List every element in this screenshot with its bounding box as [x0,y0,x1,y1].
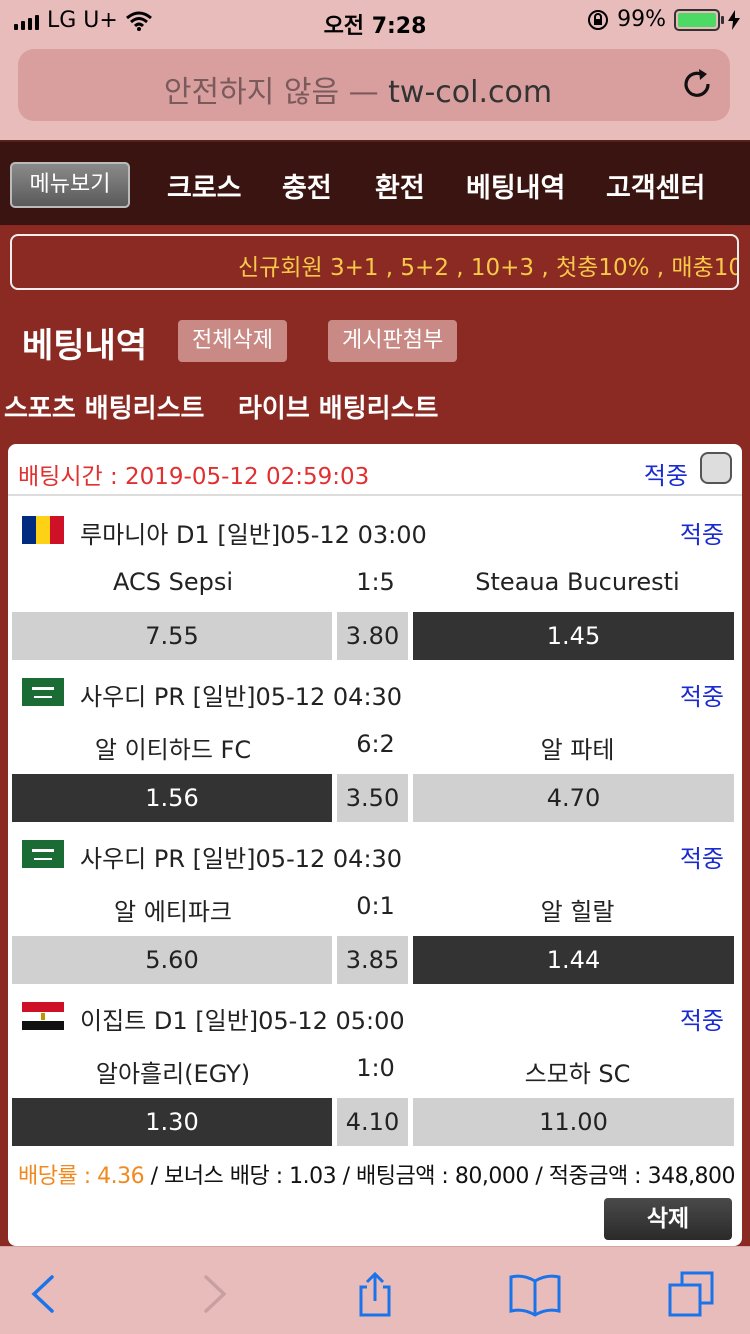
home-team: 알아흘리(EGY) [95,1060,251,1088]
league-info: 사우디 PR [일반]05-12 04:30 [80,845,403,873]
bookmarks-icon[interactable] [508,1271,562,1317]
select-checkbox[interactable] [700,452,732,484]
away-team: 알 파테 [540,736,615,764]
match-row: 루마니아 D1 [일반]05-12 03:00 적중 ACS Sepsi 1:5… [8,502,742,664]
battery-icon [674,8,724,31]
tab-sports-bet-list[interactable]: 스포츠 배팅리스트 [4,388,204,425]
address-bar[interactable]: 안전하지 않음 — tw-col.com [18,49,730,121]
away-team: 스모하 SC [524,1060,631,1088]
reload-icon[interactable] [680,67,714,101]
draw-odds: 4.10 [337,1098,408,1146]
home-team: 알 에티파크 [113,898,233,926]
menu-button[interactable]: 메뉴보기 [10,162,130,208]
league-info: 이집트 D1 [일반]05-12 05:00 [80,1007,405,1035]
bet-time: 배팅시간 : 2019-05-12 02:59:03 [18,464,370,490]
back-icon[interactable] [22,1271,68,1317]
away-odds: 4.70 [413,774,734,822]
saudi-flag-icon [22,840,64,868]
share-icon[interactable] [352,1271,398,1317]
browser-toolbar [0,1246,750,1334]
league-info: 사우디 PR [일반]05-12 04:30 [80,683,403,711]
bet-card-header: 배팅시간 : 2019-05-12 02:59:03 적중 [8,444,742,496]
bet-card: 배팅시간 : 2019-05-12 02:59:03 적중 루마니아 D1 [일… [8,444,742,1246]
menu-item-cross[interactable]: 크로스 [167,166,242,205]
match-result: 적중 [679,1007,724,1035]
home-odds: 1.30 [12,1098,332,1146]
match-row: 사우디 PR [일반]05-12 04:30 적중 알 에티파크 0:1 알 힐… [8,826,742,988]
tabs-icon[interactable] [668,1271,714,1317]
orientation-lock-icon [588,9,609,30]
match-row: 이집트 D1 [일반]05-12 05:00 적중 알아흘리(EGY) 1:0 … [8,988,742,1150]
away-odds: 1.44 [413,936,734,984]
forward-icon[interactable] [190,1271,236,1317]
menu-item-exchange[interactable]: 환전 [375,166,425,205]
match-score: 6:2 [356,730,395,758]
away-team: 알 힐랄 [540,898,615,926]
league-info: 루마니아 D1 [일반]05-12 03:00 [80,521,427,549]
away-odds: 1.45 [413,612,734,660]
delete-button[interactable]: 삭제 [604,1198,732,1240]
delete-all-button[interactable]: 전체삭제 [178,320,287,362]
match-score: 1:0 [356,1054,395,1082]
egypt-flag-icon [22,1002,64,1030]
romania-flag-icon [22,516,64,544]
total-odds: 배당률 : 4.36 [18,1164,145,1189]
menu-item-customer-center[interactable]: 고객센터 [606,166,705,205]
match-score: 1:5 [356,568,395,596]
notice-marquee: 신규회원 3+1 , 5+2 , 10+3 , 첫충10% , 매충10 [10,234,739,290]
match-result: 적중 [679,683,724,711]
menu-item-charge[interactable]: 충전 [282,166,332,205]
away-odds: 11.00 [413,1098,734,1146]
draw-odds: 3.80 [337,612,408,660]
page-title: 베팅내역 [22,326,148,366]
url-domain: tw-col.com [388,75,553,110]
bet-amounts: / 보너스 배당 : 1.03 / 배팅금액 : 80,000 / 적중금액 :… [144,1164,736,1189]
notice-text: 신규회원 3+1 , 5+2 , 10+3 , 첫충10% , 매충10 [238,255,739,281]
security-warning: 안전하지 않음 — [163,75,379,110]
attach-board-button[interactable]: 게시판첨부 [328,320,458,362]
saudi-flag-icon [22,678,64,706]
bet-summary: 배당률 : 4.36 / 보너스 배당 : 1.03 / 배팅금액 : 80,0… [18,1158,736,1190]
match-row: 사우디 PR [일반]05-12 04:30 적중 알 이티하드 FC 6:2 … [8,664,742,826]
status-bar: LG U+ 오전 7:28 99% [0,0,750,40]
home-team: ACS Sepsi [112,568,234,596]
home-team: 알 이티하드 FC [94,736,252,764]
home-odds: 7.55 [12,612,332,660]
browser-address-area: 안전하지 않음 — tw-col.com [0,40,750,140]
match-result: 적중 [679,521,724,549]
bet-result: 적중 [643,462,688,490]
match-result: 적중 [679,845,724,873]
menu-item-bet-history[interactable]: 베팅내역 [466,166,565,205]
tab-live-bet-list[interactable]: 라이브 배팅리스트 [238,388,438,425]
battery-percent: 99% [617,7,666,32]
draw-odds: 3.50 [337,774,408,822]
draw-odds: 3.85 [337,936,408,984]
top-menu: 메뉴보기 크로스 충전 환전 베팅내역 고객센터 [0,140,750,225]
charging-icon [728,9,740,30]
home-odds: 1.56 [12,774,332,822]
home-odds: 5.60 [12,936,332,984]
away-team: Steaua Bucuresti [475,568,680,596]
match-score: 0:1 [356,892,395,920]
